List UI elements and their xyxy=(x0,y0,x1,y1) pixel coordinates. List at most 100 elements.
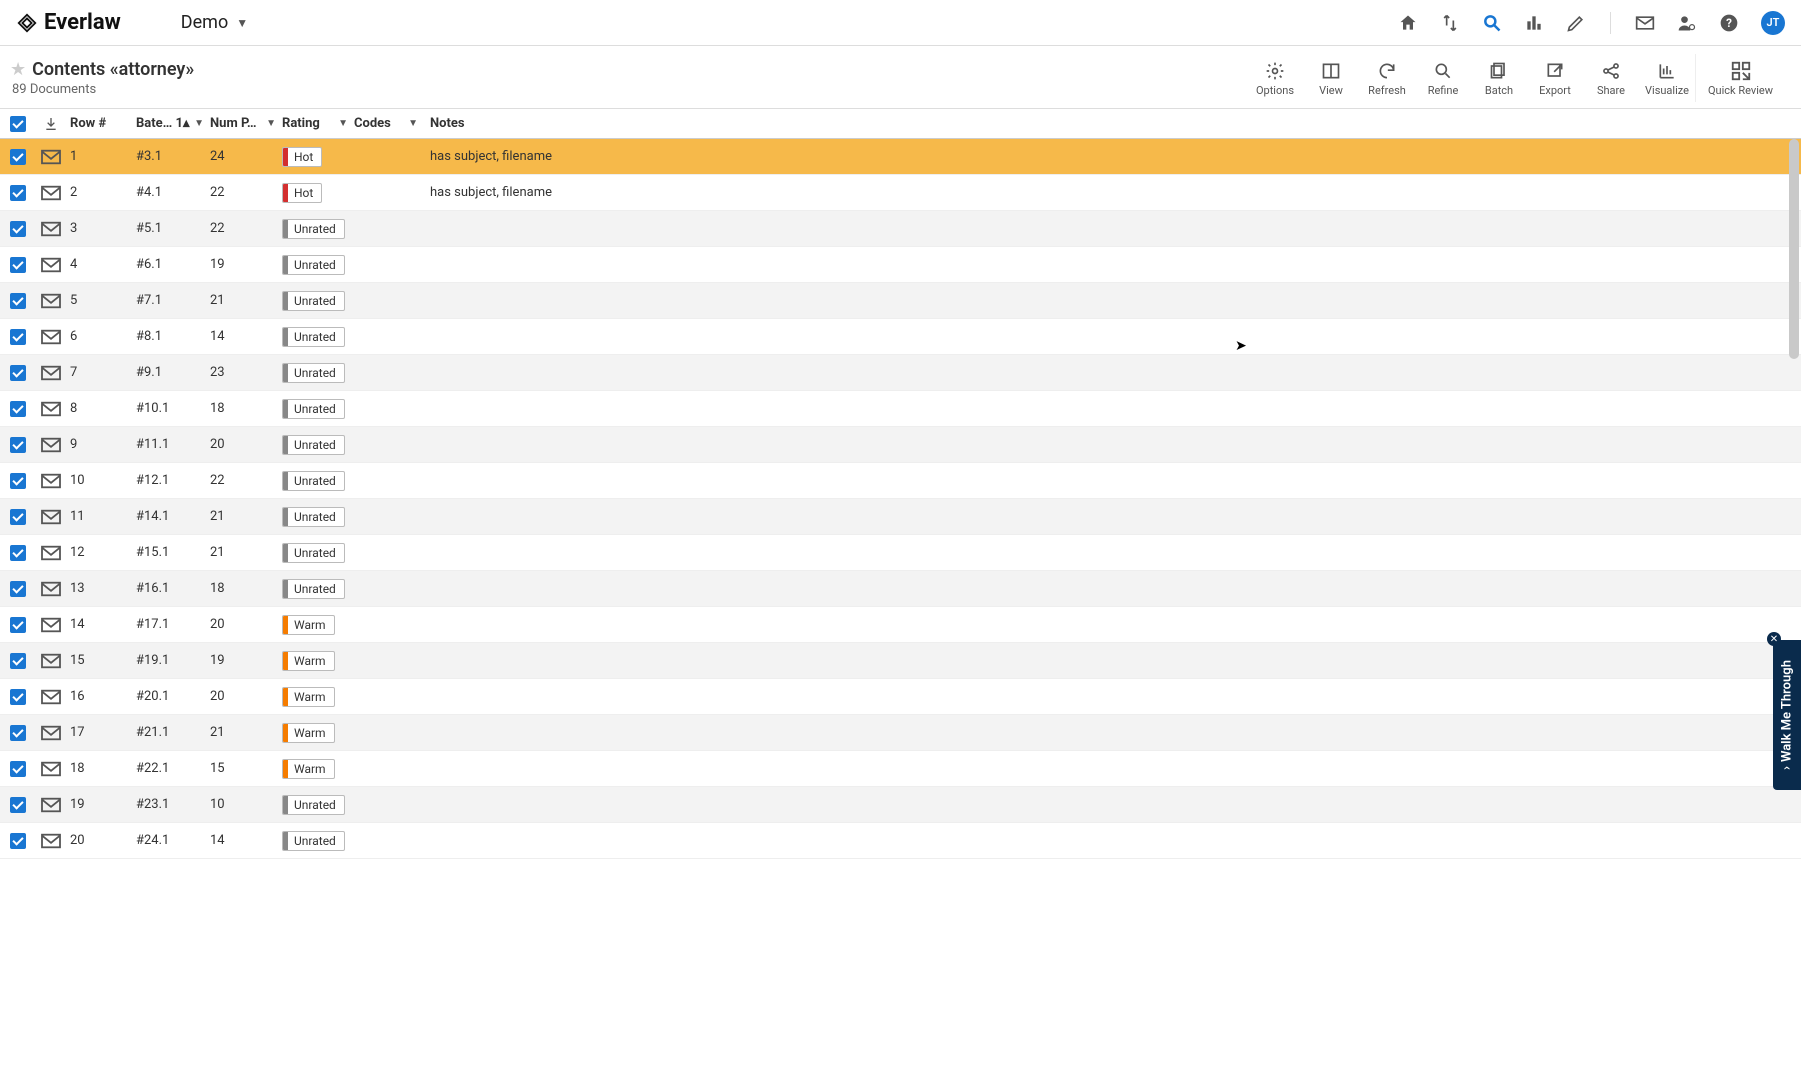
row-checkbox[interactable] xyxy=(10,149,26,165)
brand-logo[interactable]: Everlaw xyxy=(16,10,121,35)
refresh-button[interactable]: Refresh xyxy=(1359,54,1415,102)
row-checkbox[interactable] xyxy=(10,653,26,669)
column-num-pages[interactable]: Num P…▼ xyxy=(210,109,282,138)
rating-cell[interactable]: Hot xyxy=(282,139,354,174)
refine-button[interactable]: Refine xyxy=(1415,54,1471,102)
rating-cell[interactable]: Unrated xyxy=(282,571,354,606)
table-row[interactable]: 19#23.110Unrated xyxy=(0,787,1801,823)
table-row[interactable]: 5#7.121Unrated xyxy=(0,283,1801,319)
row-checkbox[interactable] xyxy=(10,365,26,381)
envelope-icon[interactable] xyxy=(36,724,66,742)
envelope-icon[interactable] xyxy=(36,688,66,706)
upload-download-icon[interactable] xyxy=(1440,13,1460,33)
row-checkbox[interactable] xyxy=(10,257,26,273)
envelope-icon[interactable] xyxy=(36,796,66,814)
envelope-icon[interactable] xyxy=(36,652,66,670)
table-row[interactable]: 7#9.123Unrated xyxy=(0,355,1801,391)
table-row[interactable]: 18#22.115Warm xyxy=(0,751,1801,787)
row-checkbox[interactable] xyxy=(10,725,26,741)
envelope-icon[interactable] xyxy=(36,220,66,238)
visualize-button[interactable]: Visualize xyxy=(1639,54,1695,102)
table-row[interactable]: 13#16.118Unrated xyxy=(0,571,1801,607)
walk-me-close-button[interactable]: ✕ xyxy=(1767,632,1781,646)
rating-cell[interactable]: Unrated xyxy=(282,463,354,498)
column-rating[interactable]: Rating▼ xyxy=(282,109,354,138)
search-icon[interactable] xyxy=(1482,13,1502,33)
envelope-icon[interactable] xyxy=(36,436,66,454)
project-picker[interactable]: Demo ▼ xyxy=(181,12,248,33)
row-checkbox[interactable] xyxy=(10,437,26,453)
row-checkbox[interactable] xyxy=(10,797,26,813)
rating-cell[interactable]: Unrated xyxy=(282,247,354,282)
row-checkbox[interactable] xyxy=(10,221,26,237)
row-checkbox[interactable] xyxy=(10,833,26,849)
envelope-icon[interactable] xyxy=(36,472,66,490)
table-row[interactable]: 4#6.119Unrated xyxy=(0,247,1801,283)
envelope-icon[interactable] xyxy=(36,832,66,850)
vertical-scrollbar[interactable] xyxy=(1789,139,1799,359)
rating-cell[interactable]: Unrated xyxy=(282,787,354,822)
table-row[interactable]: 15#19.119Warm xyxy=(0,643,1801,679)
help-icon[interactable]: ? xyxy=(1719,13,1739,33)
column-bates[interactable]: Bate… 1▴▼ xyxy=(136,109,210,138)
table-row[interactable]: 10#12.122Unrated xyxy=(0,463,1801,499)
envelope-icon[interactable] xyxy=(36,580,66,598)
rating-cell[interactable]: Unrated xyxy=(282,499,354,534)
rating-cell[interactable]: Unrated xyxy=(282,427,354,462)
table-body[interactable]: 1#3.124Hothas subject, filename2#4.122Ho… xyxy=(0,139,1801,1080)
rating-cell[interactable]: Warm xyxy=(282,751,354,786)
table-row[interactable]: 16#20.120Warm xyxy=(0,679,1801,715)
row-checkbox[interactable] xyxy=(10,689,26,705)
row-checkbox[interactable] xyxy=(10,509,26,525)
table-row[interactable]: 20#24.114Unrated xyxy=(0,823,1801,859)
envelope-icon[interactable] xyxy=(36,364,66,382)
table-row[interactable]: 1#3.124Hothas subject, filename xyxy=(0,139,1801,175)
envelope-icon[interactable] xyxy=(36,400,66,418)
rating-cell[interactable]: Unrated xyxy=(282,823,354,858)
rating-cell[interactable]: Unrated xyxy=(282,355,354,390)
view-button[interactable]: View xyxy=(1303,54,1359,102)
envelope-icon[interactable] xyxy=(36,760,66,778)
select-all-checkbox[interactable] xyxy=(10,116,26,132)
rating-cell[interactable]: Warm xyxy=(282,643,354,678)
rating-cell[interactable]: Unrated xyxy=(282,391,354,426)
row-checkbox[interactable] xyxy=(10,761,26,777)
table-row[interactable]: 9#11.120Unrated xyxy=(0,427,1801,463)
quick-review-button[interactable]: Quick Review xyxy=(1695,54,1785,102)
home-icon[interactable] xyxy=(1398,13,1418,33)
row-checkbox[interactable] xyxy=(10,617,26,633)
rating-cell[interactable]: Warm xyxy=(282,679,354,714)
envelope-icon[interactable] xyxy=(36,616,66,634)
user-settings-icon[interactable] xyxy=(1677,13,1697,33)
envelope-icon[interactable] xyxy=(36,184,66,202)
table-row[interactable]: 3#5.122Unrated xyxy=(0,211,1801,247)
row-checkbox[interactable] xyxy=(10,581,26,597)
rating-cell[interactable]: Hot xyxy=(282,175,354,210)
rating-cell[interactable]: Warm xyxy=(282,607,354,642)
row-checkbox[interactable] xyxy=(10,185,26,201)
walk-me-through-tab[interactable]: › Walk Me Through xyxy=(1773,640,1801,790)
favorite-star-icon[interactable]: ★ xyxy=(10,59,26,80)
row-checkbox[interactable] xyxy=(10,473,26,489)
envelope-icon[interactable] xyxy=(36,292,66,310)
rating-cell[interactable]: Unrated xyxy=(282,283,354,318)
envelope-icon[interactable] xyxy=(36,328,66,346)
batch-button[interactable]: Batch xyxy=(1471,54,1527,102)
options-button[interactable]: Options xyxy=(1247,54,1303,102)
export-button[interactable]: Export xyxy=(1527,54,1583,102)
table-row[interactable]: 11#14.121Unrated xyxy=(0,499,1801,535)
row-checkbox[interactable] xyxy=(10,293,26,309)
table-row[interactable]: 8#10.118Unrated xyxy=(0,391,1801,427)
rating-cell[interactable]: Unrated xyxy=(282,535,354,570)
envelope-icon[interactable] xyxy=(36,508,66,526)
rating-cell[interactable]: Unrated xyxy=(282,319,354,354)
row-checkbox[interactable] xyxy=(10,329,26,345)
column-row[interactable]: Row # xyxy=(66,109,136,138)
table-row[interactable]: 14#17.120Warm xyxy=(0,607,1801,643)
row-checkbox[interactable] xyxy=(10,545,26,561)
row-checkbox[interactable] xyxy=(10,401,26,417)
envelope-icon[interactable] xyxy=(36,256,66,274)
table-row[interactable]: 12#15.121Unrated xyxy=(0,535,1801,571)
mail-icon[interactable] xyxy=(1635,13,1655,33)
envelope-icon[interactable] xyxy=(36,544,66,562)
